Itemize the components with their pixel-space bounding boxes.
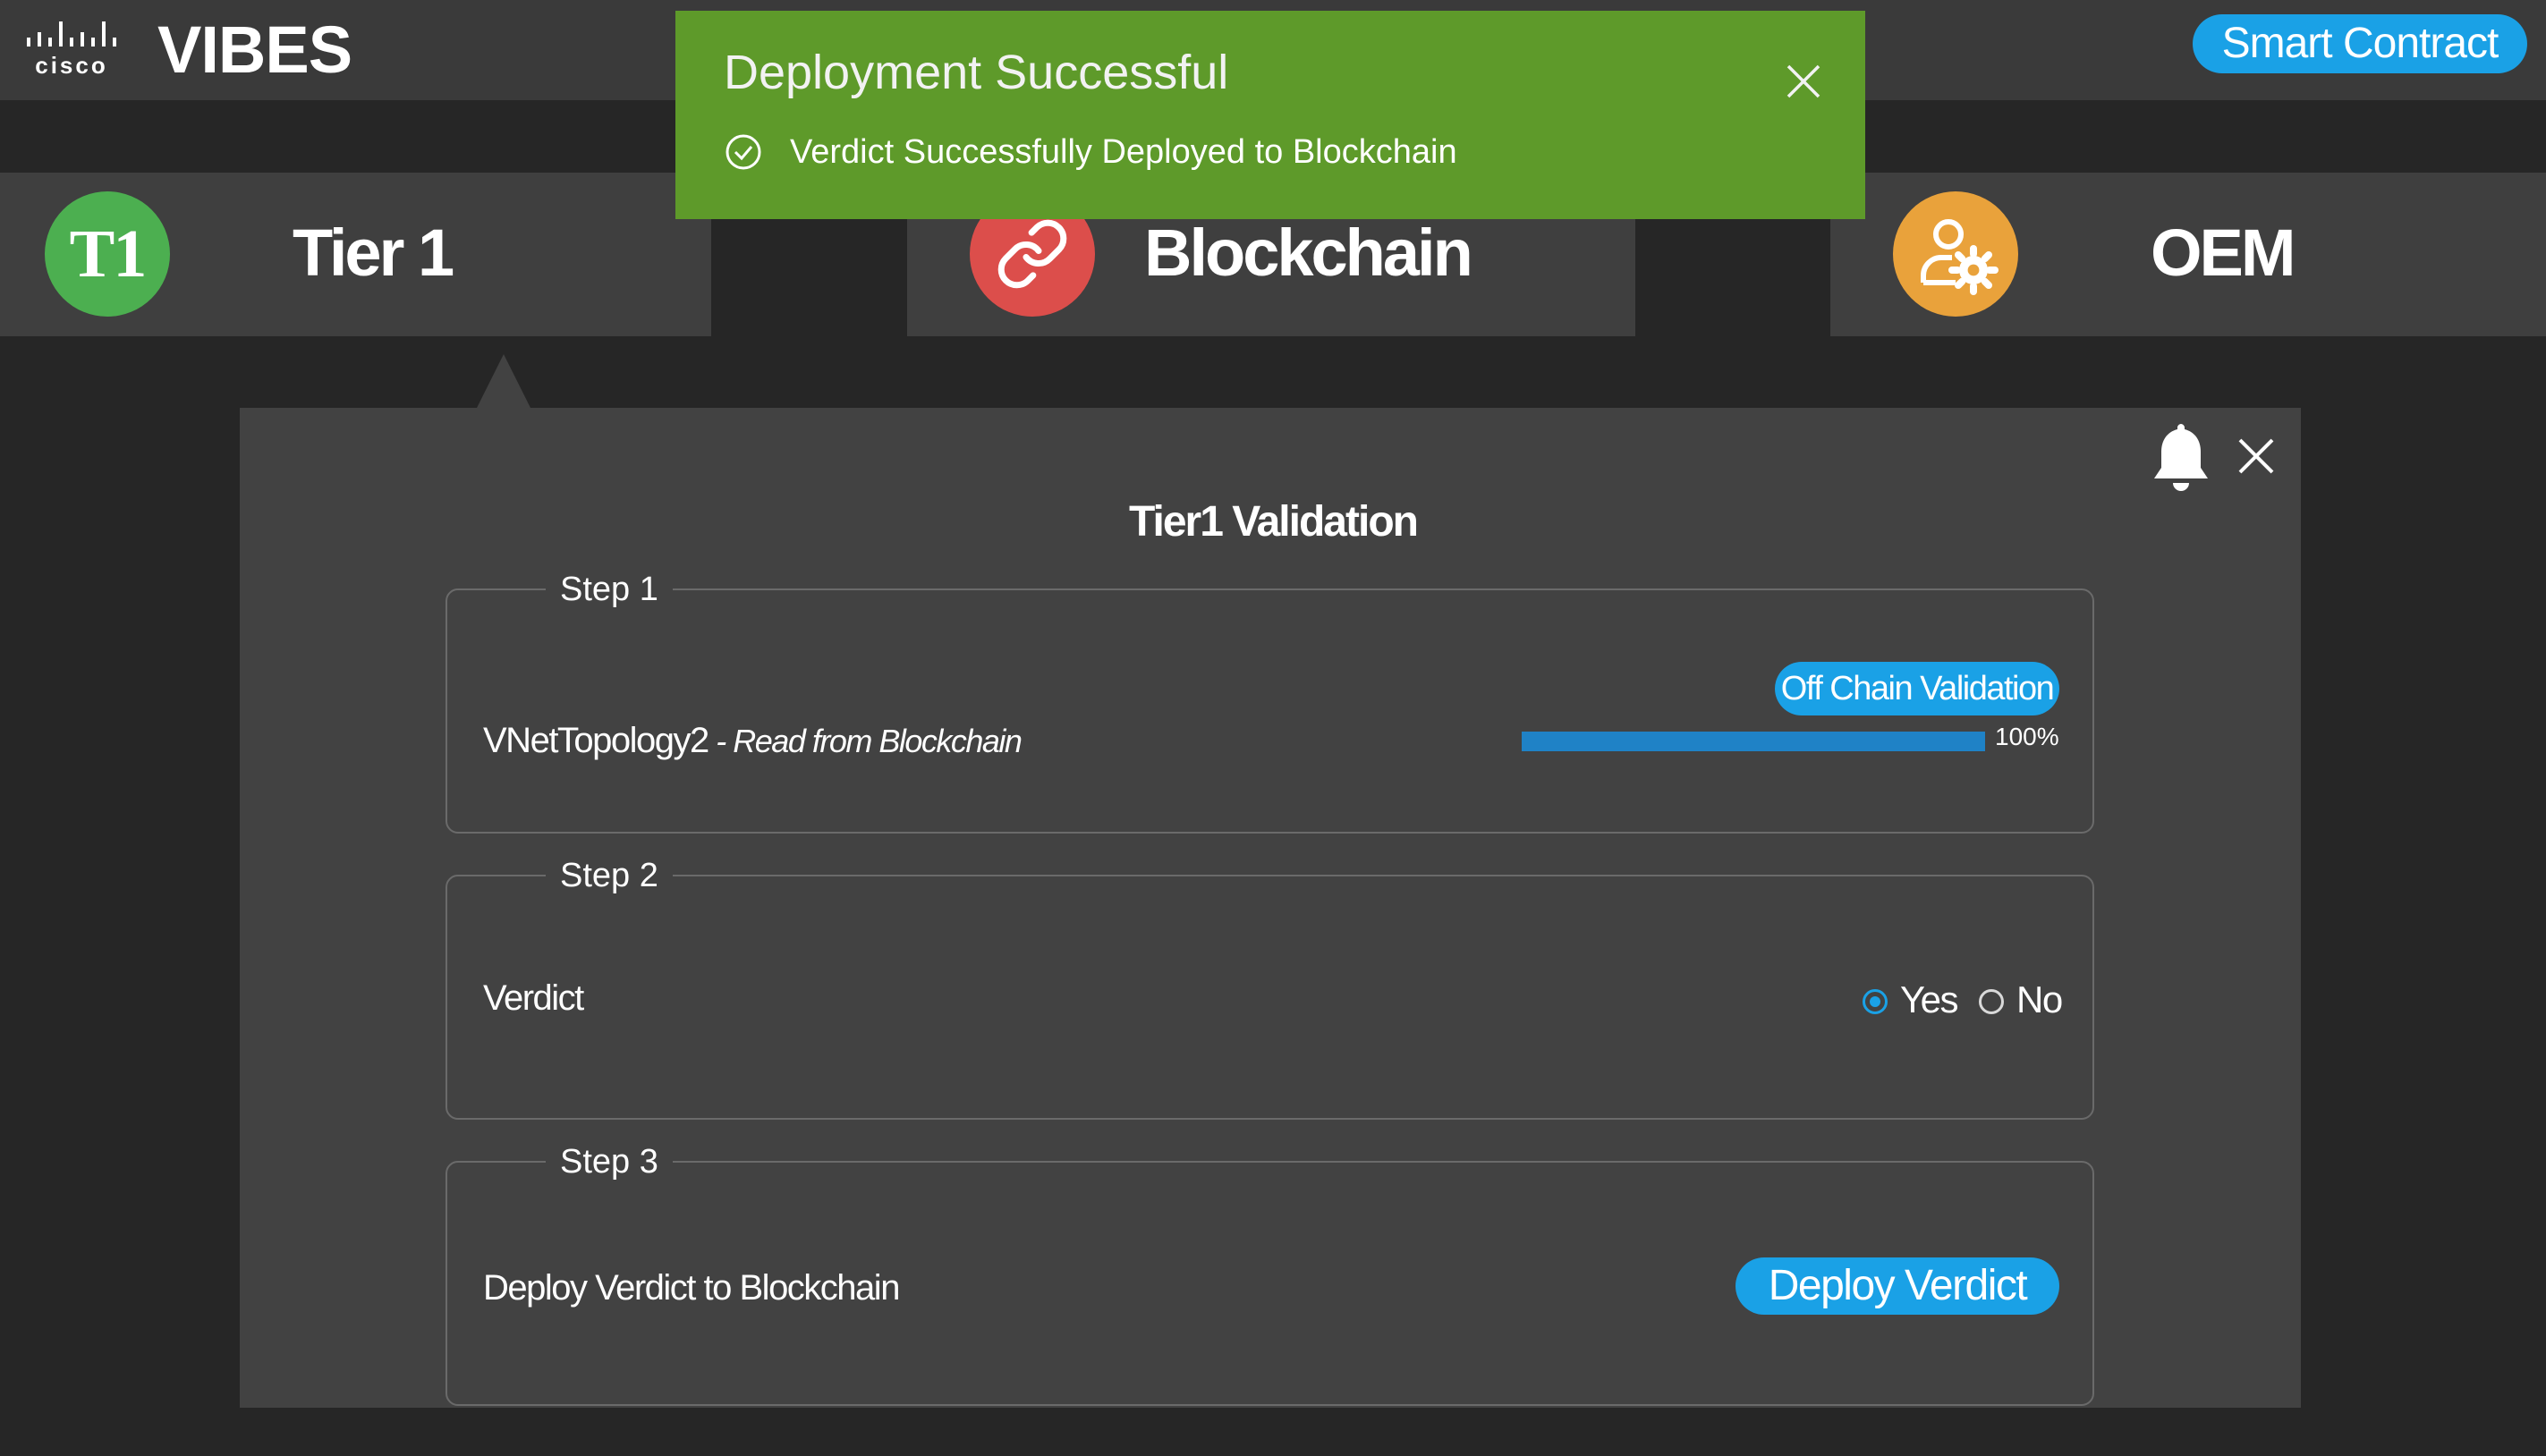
progress-fill xyxy=(1522,732,1985,751)
off-chain-validation-button[interactable]: Off Chain Validation xyxy=(1775,662,2059,715)
smart-contract-button[interactable]: Smart Contract xyxy=(2193,14,2527,73)
step-legend: Step 2 xyxy=(546,855,673,896)
svg-text:cisco: cisco xyxy=(35,52,108,77)
check-circle-icon xyxy=(726,134,761,170)
progress-percent: 100% xyxy=(1995,723,2059,750)
bell-icon[interactable] xyxy=(2145,419,2217,495)
toast-message: Verdict Successfully Deployed to Blockch… xyxy=(790,133,1457,171)
panel-title: Tier1 Validation xyxy=(1129,498,1419,546)
close-icon[interactable] xyxy=(2236,436,2276,476)
step-1-text: VNetTopology2 - Read from Blockchain xyxy=(483,721,1023,761)
step-3-section: Step 3 Deploy Verdict to Blockchain Depl… xyxy=(446,1141,2094,1406)
step-2-section: Step 2 Verdict Yes No xyxy=(446,855,2094,1120)
cisco-logo: cisco xyxy=(27,21,116,77)
tier1-badge-icon: T1 xyxy=(45,191,170,317)
user-gear-icon xyxy=(1893,191,2018,317)
toast-title: Deployment Successful xyxy=(724,46,1229,99)
read-source-note: - Read from Blockchain xyxy=(708,723,1023,759)
tile-oem[interactable]: OEM xyxy=(1830,173,2546,336)
verdict-yes-radio[interactable] xyxy=(1863,989,1888,1014)
app-title: VIBES xyxy=(157,13,352,87)
topology-name: VNetTopology2 xyxy=(483,721,709,760)
step-legend: Step 1 xyxy=(546,569,673,610)
tile-label-tier1: Tier 1 xyxy=(293,216,454,290)
verdict-yes-label[interactable]: Yes xyxy=(1900,978,1959,1021)
validation-progress-bar xyxy=(1522,732,1985,751)
tile-label-blockchain: Blockchain xyxy=(1144,216,1473,290)
tier1-badge-text: T1 xyxy=(69,216,148,292)
verdict-no-label[interactable]: No xyxy=(2016,978,2063,1021)
step-2-text: Verdict xyxy=(483,978,584,1018)
panel-pointer xyxy=(477,354,530,408)
toast-close-icon[interactable] xyxy=(1783,61,1824,102)
deploy-verdict-button[interactable]: Deploy Verdict xyxy=(1736,1257,2059,1315)
tile-label-oem: OEM xyxy=(2151,216,2296,290)
success-toast: Deployment Successful Verdict Successful… xyxy=(675,11,1865,219)
step-legend: Step 3 xyxy=(546,1141,673,1182)
step-1-section: Step 1 VNetTopology2 - Read from Blockch… xyxy=(446,569,2094,834)
verdict-no-radio[interactable] xyxy=(1979,989,2004,1014)
step-3-text: Deploy Verdict to Blockchain xyxy=(483,1268,900,1308)
tile-tier1[interactable]: T1 Tier 1 xyxy=(0,173,711,336)
